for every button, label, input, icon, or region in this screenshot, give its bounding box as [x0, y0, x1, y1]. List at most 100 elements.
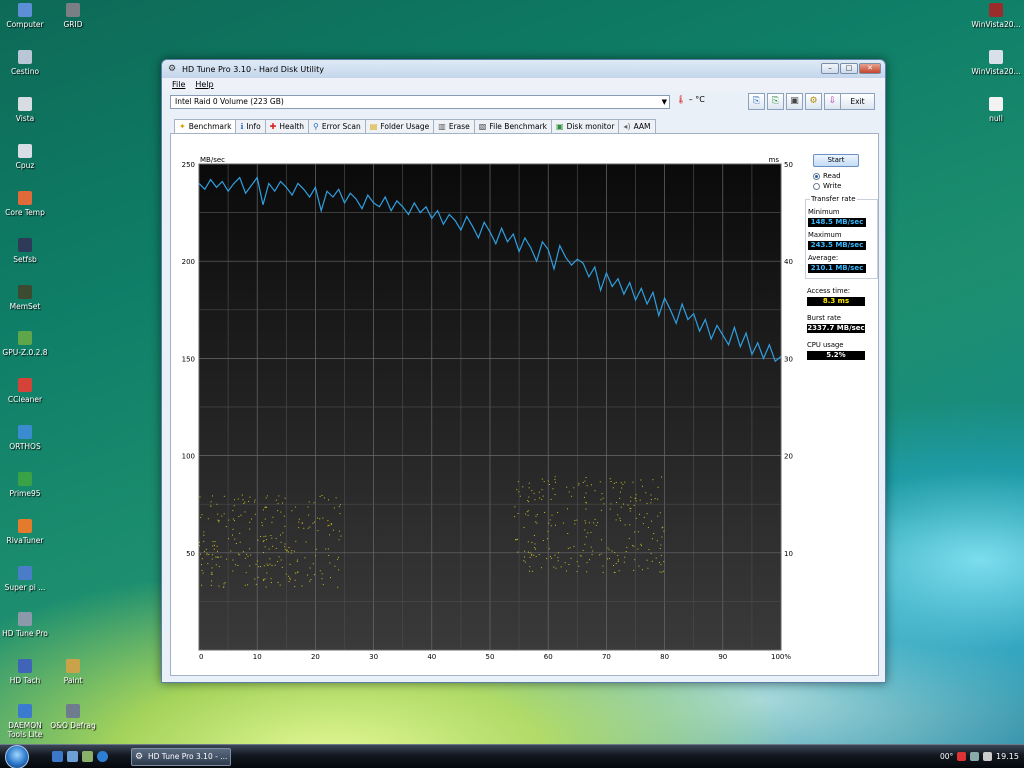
desktop-icon[interactable]: Setfsb [0, 238, 50, 264]
desktop-icon[interactable]: DAEMON Tools Lite [0, 704, 50, 739]
tray-alert-icon[interactable] [957, 752, 967, 761]
desktop-icon[interactable]: HD Tune Pro [0, 612, 50, 638]
access-time-point [613, 565, 614, 566]
save-icon[interactable]: ▣ [786, 93, 803, 110]
access-time-point [538, 554, 540, 556]
desktop-icon[interactable]: null [971, 97, 1021, 123]
access-time-point [269, 558, 271, 560]
show-desktop-icon[interactable] [52, 751, 63, 762]
internet-explorer-icon[interactable] [97, 751, 108, 762]
app-shortcut-icon [18, 612, 32, 626]
write-radio[interactable]: Write [813, 182, 841, 190]
tab-disk-monitor[interactable]: ▣ Disk monitor [551, 119, 620, 133]
options-icon[interactable]: ⚙ [805, 93, 822, 110]
access-time-point [539, 497, 541, 499]
access-time-point [626, 546, 628, 548]
minimize-button[interactable]: – [821, 63, 839, 74]
access-time-point [662, 570, 664, 572]
access-time-point [525, 513, 527, 515]
download-icon[interactable]: ⇩ [824, 93, 841, 110]
access-time-point [612, 487, 614, 489]
switch-windows-icon[interactable] [67, 751, 78, 762]
desktop-icon[interactable]: Paint [48, 659, 98, 685]
burst-rate-label: Burst rate [807, 314, 841, 322]
access-time-point [266, 563, 268, 565]
title-bar[interactable]: ⚙ HD Tune Pro 3.10 - Hard Disk Utility –… [162, 60, 885, 78]
desktop-icon[interactable]: WinVista20... [971, 50, 1021, 76]
desktop-icon[interactable]: RivaTuner [0, 519, 50, 545]
desktop-icon[interactable]: GRID [48, 3, 98, 29]
volume-icon[interactable] [983, 752, 993, 761]
access-time-point [527, 510, 529, 512]
drive-select[interactable]: Intel Raid 0 Volume (223 GB) ▼ [170, 95, 670, 109]
access-time-point [650, 502, 652, 504]
menu-help[interactable]: Help [195, 80, 213, 89]
app-shortcut-icon [66, 3, 80, 17]
maximize-button[interactable]: □ [840, 63, 858, 74]
desktop-icon[interactable]: Core Temp [0, 191, 50, 217]
tab-file-benchmark[interactable]: ▧ File Benchmark [473, 119, 553, 133]
desktop-icon[interactable]: ORTHOS [0, 425, 50, 451]
access-time-point [242, 499, 244, 501]
app-shortcut-icon [18, 50, 32, 64]
network-icon[interactable] [970, 752, 980, 761]
access-time-point [207, 518, 209, 520]
copy-info-icon[interactable]: ⎘ [748, 93, 765, 110]
desktop-icon[interactable]: CCleaner [0, 378, 50, 404]
access-time-value: 8.3 ms [807, 297, 865, 306]
desktop-icon[interactable]: O&O Defrag [48, 704, 98, 730]
y2-tick-label: 30 [784, 355, 793, 363]
tab-info[interactable]: ℹ Info [235, 119, 266, 133]
tab-health[interactable]: ✚ Health [264, 119, 310, 133]
desktop-icon[interactable]: Computer [0, 3, 50, 29]
access-time-point [621, 487, 623, 489]
taskbar-item-hdtune[interactable]: ⚙ HD Tune Pro 3.10 - ... [131, 748, 231, 766]
desktop-icon[interactable]: WinVista20... [971, 3, 1021, 29]
copy-screenshot-icon[interactable]: ⎘ [767, 93, 784, 110]
desktop-icon[interactable]: HD Tach [0, 659, 50, 685]
desktop-icon[interactable]: Vista [0, 97, 50, 123]
start-orb[interactable] [5, 745, 29, 768]
app-shortcut-icon [18, 3, 32, 17]
tab-label: Health [279, 121, 305, 131]
access-time-point [602, 497, 604, 499]
access-time-point [529, 552, 531, 554]
access-time-point [307, 527, 309, 529]
access-time-point [659, 548, 661, 549]
access-time-point [221, 515, 223, 517]
access-time-point [328, 499, 329, 501]
menu-file[interactable]: File [172, 80, 185, 89]
access-time-point [338, 530, 340, 532]
tab-aam[interactable]: ◂) AAM [618, 119, 656, 133]
access-time-point [628, 538, 630, 540]
close-button[interactable]: ✕ [859, 63, 881, 74]
desktop-icon[interactable]: Prime95 [0, 472, 50, 498]
access-time-point [207, 563, 209, 565]
access-time-point [617, 555, 619, 557]
tab-benchmark[interactable]: ✦ Benchmark [174, 119, 237, 134]
access-time-point [585, 502, 587, 504]
access-time-point [254, 513, 256, 515]
quick-launch-icon[interactable] [82, 751, 93, 762]
desktop-icon[interactable]: Super pi ... [0, 566, 50, 592]
access-time-point [263, 552, 264, 553]
tab-erase[interactable]: ▥ Erase [433, 119, 475, 133]
desktop-icon[interactable]: Cpuz [0, 144, 50, 170]
tab-folder-usage[interactable]: ▤ Folder Usage [364, 119, 435, 133]
desktop-icon[interactable]: Cestino [0, 50, 50, 76]
folder-usage-icon: ▤ [369, 121, 378, 131]
read-radio[interactable]: Read [813, 172, 841, 180]
access-time-point [589, 559, 590, 561]
access-time-point [244, 501, 246, 503]
desktop-icon[interactable]: MemSet [0, 285, 50, 311]
access-time-point [650, 499, 652, 500]
tab-error-scan[interactable]: ⚲ Error Scan [308, 119, 366, 133]
clock[interactable]: 19.15 [996, 752, 1019, 761]
exit-button[interactable]: Exit [840, 93, 875, 110]
start-button[interactable]: Start [813, 154, 859, 167]
desktop-icon[interactable]: GPU-Z.0.2.8 [0, 331, 50, 357]
access-time-point [528, 487, 530, 489]
access-time-point [285, 573, 287, 575]
access-time-point [234, 538, 236, 540]
access-time-point [660, 544, 662, 546]
